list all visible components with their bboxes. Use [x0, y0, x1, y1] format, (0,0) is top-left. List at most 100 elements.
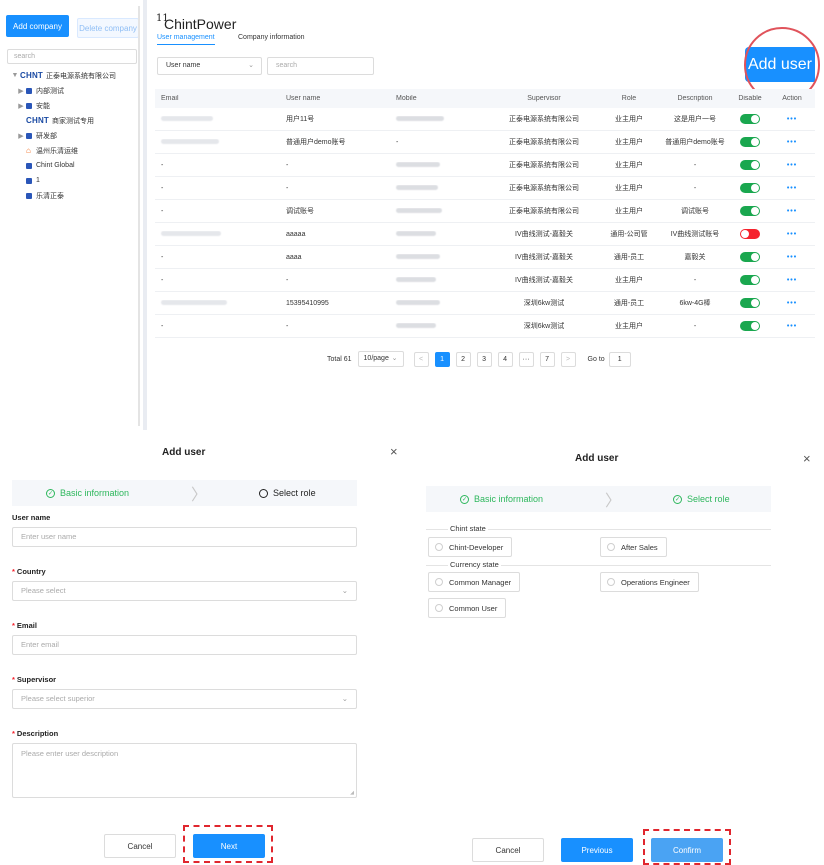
email-input[interactable]: Enter email — [12, 635, 357, 655]
description-input[interactable]: Please enter user description ◢ — [12, 743, 357, 798]
tree-node[interactable]: 1 — [10, 173, 140, 188]
cell-mobile — [393, 254, 489, 261]
step-basic-information: ✓ Basic information — [460, 494, 543, 504]
redacted-value — [396, 162, 440, 168]
tree-node[interactable]: ▶ 安能 — [10, 98, 140, 113]
tree-node[interactable]: CHNT 商家测试专用 — [10, 113, 140, 128]
enable-toggle[interactable] — [740, 183, 760, 193]
role-option[interactable]: Operations Engineer — [600, 572, 699, 592]
enable-toggle[interactable] — [740, 298, 760, 308]
column-supervisor: Supervisor — [527, 95, 561, 102]
enable-toggle[interactable] — [740, 137, 760, 147]
required-marker: * — [12, 621, 15, 630]
cell-supervisor: IV曲线测试-嘉毅关 — [515, 277, 573, 284]
close-icon[interactable]: × — [390, 444, 398, 459]
more-actions-icon[interactable]: ••• — [769, 323, 815, 330]
close-icon[interactable]: × — [803, 451, 811, 466]
chnt-logo-icon: CHNT — [20, 71, 44, 80]
tree-node-label: Chint Global — [36, 162, 75, 169]
resize-handle-icon[interactable]: ◢ — [350, 790, 354, 796]
tree-node[interactable]: 乐清正泰 — [10, 188, 140, 203]
cell-supervisor: IV曲线测试-嘉毅关 — [515, 254, 573, 261]
toggle-knob — [751, 184, 759, 192]
cell-supervisor: 正泰电源系统有限公司 — [509, 116, 579, 123]
page-button[interactable]: 7 — [539, 351, 555, 367]
cell-disable — [731, 252, 769, 262]
page-size-select[interactable]: 10/page ⌄ — [357, 351, 404, 367]
cell-user-name: - — [286, 322, 289, 330]
role-option[interactable]: Common Manager — [428, 572, 521, 592]
more-pages-button[interactable]: ··· — [518, 351, 534, 367]
enable-toggle[interactable] — [740, 252, 760, 262]
sidebar-scrollbar[interactable] — [138, 6, 140, 426]
chevron-down-icon: ⌄ — [341, 586, 348, 595]
user-table: Email User name Mobile Supervisor Role D… — [155, 89, 815, 338]
caret-down-icon[interactable]: ▼ — [10, 72, 20, 79]
more-actions-icon[interactable]: ••• — [769, 231, 815, 238]
cancel-button[interactable]: Cancel — [472, 838, 544, 862]
table-row: - - IV曲线测试-嘉毅关 业主用户 - ••• — [155, 269, 815, 292]
more-actions-icon[interactable]: ••• — [769, 277, 815, 284]
prev-page-button[interactable]: < — [413, 351, 429, 367]
tab-user-management[interactable]: User management — [157, 34, 215, 45]
page-button[interactable]: 1 — [434, 351, 450, 367]
more-actions-icon[interactable]: ••• — [769, 162, 815, 169]
more-actions-icon[interactable]: ••• — [769, 300, 815, 307]
enable-toggle[interactable] — [740, 114, 760, 124]
tree-node[interactable]: ▼ CHNT 正泰电源系统有限公司 — [10, 68, 140, 83]
step-basic-information: ✓ Basic information — [46, 488, 129, 498]
role-option[interactable]: After Sales — [600, 537, 667, 557]
tree-node[interactable]: Chint Global — [10, 158, 140, 173]
cancel-button[interactable]: Cancel — [104, 834, 176, 858]
delete-company-button[interactable]: Delete company — [77, 18, 139, 38]
tree-node[interactable]: ▶ 内部测试 — [10, 83, 140, 98]
user-name-input[interactable]: Enter user name — [12, 527, 357, 547]
role-option[interactable]: Common User — [428, 598, 507, 618]
more-actions-icon[interactable]: ••• — [769, 139, 815, 146]
page-button[interactable]: 4 — [497, 351, 513, 367]
cell-disable — [731, 298, 769, 308]
placeholder-text: Please select superior — [21, 694, 95, 703]
tree-node[interactable]: ▶ 研发部 — [10, 128, 140, 143]
enable-toggle[interactable] — [740, 275, 760, 285]
check-circle-icon: ✓ — [673, 494, 683, 504]
more-actions-icon[interactable]: ••• — [769, 254, 815, 261]
tab-company-information[interactable]: Company information — [238, 34, 305, 41]
more-actions-icon[interactable]: ••• — [769, 116, 815, 123]
cell-description: 嘉毅关 — [684, 254, 706, 261]
country-select[interactable]: Please select ⌄ — [12, 581, 357, 601]
caret-right-icon[interactable]: ▶ — [16, 132, 26, 140]
field-label: * Country — [12, 567, 46, 576]
enable-toggle[interactable] — [740, 229, 760, 239]
check-circle-icon: ✓ — [46, 488, 55, 498]
tree-node[interactable]: ⌂ 温州乐清运维 — [10, 143, 140, 158]
filter-field-select[interactable]: User name ⌄ — [157, 57, 262, 75]
placeholder-text: Enter email — [21, 640, 59, 649]
more-actions-icon[interactable]: ••• — [769, 208, 815, 215]
next-page-button[interactable]: > — [560, 351, 576, 367]
enable-toggle[interactable] — [740, 160, 760, 170]
cell-description: - — [693, 276, 697, 284]
user-search-input[interactable]: search — [267, 57, 374, 75]
add-company-button[interactable]: Add company — [6, 15, 69, 37]
page-button[interactable]: 2 — [455, 351, 471, 367]
placeholder-text: Please select — [21, 586, 66, 595]
goto-page-input[interactable]: 1 — [608, 351, 631, 367]
cell-role: 业主用户 — [615, 323, 643, 330]
caret-right-icon[interactable]: ▶ — [16, 87, 26, 95]
company-search-input[interactable]: search — [7, 49, 137, 64]
caret-right-icon[interactable]: ▶ — [16, 102, 26, 110]
supervisor-select[interactable]: Please select superior ⌄ — [12, 689, 357, 709]
redacted-value — [396, 208, 442, 214]
page-button[interactable]: 3 — [476, 351, 492, 367]
previous-button[interactable]: Previous — [561, 838, 633, 862]
role-option[interactable]: Chint-Developer — [428, 537, 513, 557]
more-actions-icon[interactable]: ••• — [769, 185, 815, 192]
cell-supervisor: 正泰电源系统有限公司 — [509, 208, 579, 215]
enable-toggle[interactable] — [740, 321, 760, 331]
group-label-chint-state: Chint state — [448, 524, 488, 533]
field-label-text: Country — [16, 567, 46, 576]
radio-icon — [435, 604, 443, 612]
enable-toggle[interactable] — [740, 206, 760, 216]
cell-supervisor: IV曲线测试-嘉毅关 — [515, 231, 573, 238]
